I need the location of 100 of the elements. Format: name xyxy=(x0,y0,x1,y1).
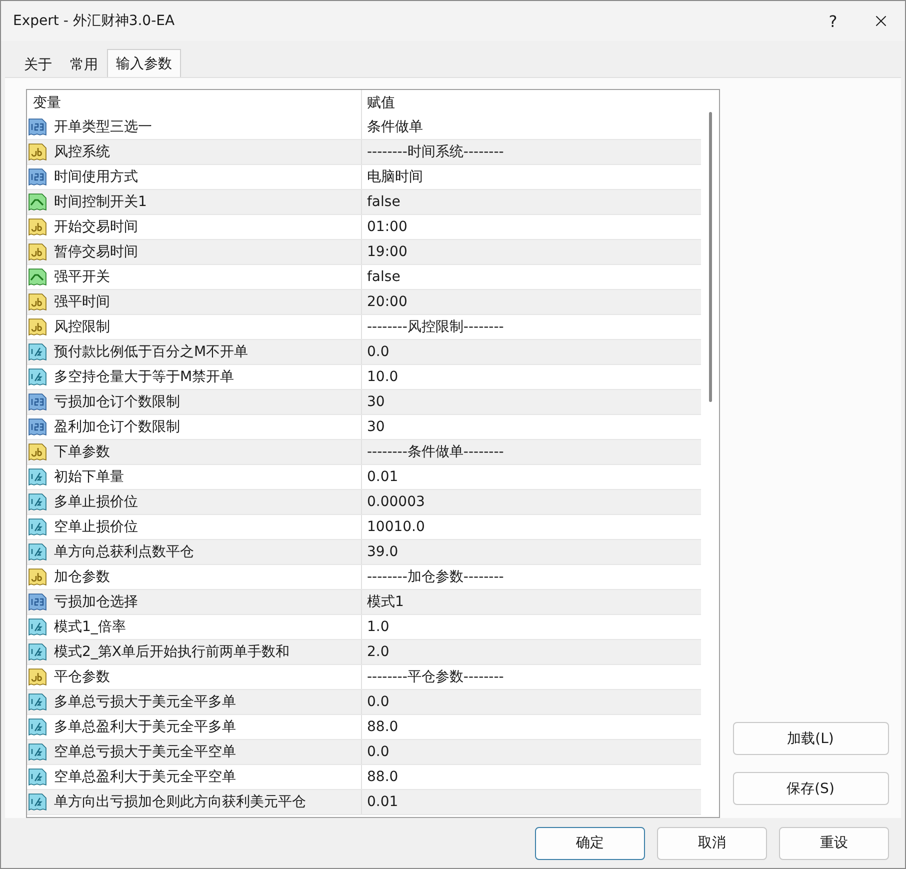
type-icon xyxy=(28,542,48,562)
type-icon xyxy=(28,342,48,362)
type-icon xyxy=(28,642,48,662)
type-icon xyxy=(28,367,48,387)
type-icon xyxy=(28,217,48,237)
parameter-value: --------风控限制-------- xyxy=(366,318,505,337)
type-icon xyxy=(28,492,48,512)
parameter-value: 电脑时间 xyxy=(366,168,424,187)
parameter-value: 88.0 xyxy=(366,768,400,787)
type-icon xyxy=(28,692,48,712)
type-icon xyxy=(28,467,48,487)
parameter-name: 强平时间 xyxy=(54,293,110,311)
parameter-name: 单方向总获利点数平仓 xyxy=(54,543,194,561)
parameter-value: 模式1 xyxy=(366,593,405,612)
table-row[interactable]: 多空持仓量大于等于M禁开单 10.0 xyxy=(27,365,701,390)
parameter-value: --------时间系统-------- xyxy=(366,143,505,162)
parameter-name: 单方向出亏损加仓则此方向获利美元平仓 xyxy=(54,793,306,811)
parameter-name: 盈利加仓订个数限制 xyxy=(54,418,180,436)
parameter-value: --------平仓参数-------- xyxy=(366,668,505,687)
side-button[interactable]: 加载(L) xyxy=(732,722,888,755)
type-icon xyxy=(28,292,48,312)
window-title: Expert - 外汇财神3.0-EA xyxy=(12,12,176,30)
parameter-name: 多单总亏损大于美元全平多单 xyxy=(54,693,236,711)
parameter-name: 亏损加仓选择 xyxy=(54,593,138,611)
table-row[interactable]: 加仓参数 --------加仓参数-------- xyxy=(27,565,701,590)
parameter-name: 多单止损价位 xyxy=(54,493,138,511)
type-icon xyxy=(28,417,48,437)
parameter-value: 1.0 xyxy=(366,618,390,637)
type-icon xyxy=(28,267,48,287)
parameter-name: 下单参数 xyxy=(54,443,110,461)
table-row[interactable]: 预付款比例低于百分之M不开单 0.0 xyxy=(27,340,701,365)
type-icon xyxy=(28,567,48,587)
parameter-name: 模式1_倍率 xyxy=(54,618,126,636)
parameter-value: false xyxy=(366,268,402,287)
parameter-name: 空单总盈利大于美元全平空单 xyxy=(54,768,236,786)
type-icon xyxy=(28,142,48,162)
parameter-value: false xyxy=(366,193,402,212)
type-icon xyxy=(28,792,48,812)
parameter-value: 10010.0 xyxy=(366,518,426,537)
type-icon xyxy=(28,517,48,537)
table-row[interactable]: 单方向出亏损加仓则此方向获利美元平仓 0.01 xyxy=(27,790,701,815)
table-row[interactable]: 时间使用方式 电脑时间 xyxy=(27,165,701,190)
parameter-value: 条件做单 xyxy=(366,118,424,137)
table-row[interactable]: 空单总盈利大于美元全平空单 88.0 xyxy=(27,765,701,790)
parameter-value: 0.00003 xyxy=(366,493,426,512)
tab[interactable]: 输入参数 xyxy=(107,49,181,77)
table-row[interactable]: 强平时间 20:00 xyxy=(27,290,701,315)
type-icon xyxy=(28,192,48,212)
dialog-button[interactable]: 取消 xyxy=(657,826,767,860)
table-row[interactable]: 空单总亏损大于美元全平空单 0.0 xyxy=(27,740,701,765)
parameter-value: 2.0 xyxy=(366,643,390,662)
type-icon xyxy=(28,717,48,737)
parameter-name: 时间使用方式 xyxy=(54,168,138,186)
tab[interactable]: 关于 xyxy=(15,52,61,77)
type-icon xyxy=(28,617,48,637)
table-row[interactable]: 亏损加仓选择 模式1 xyxy=(27,590,701,615)
tab[interactable]: 常用 xyxy=(61,52,107,77)
table-row[interactable]: 开始交易时间 01:00 xyxy=(27,215,701,240)
table-row[interactable]: 模式1_倍率 1.0 xyxy=(27,615,701,640)
parameter-name: 风控系统 xyxy=(54,143,110,161)
table-row[interactable]: 多单总亏损大于美元全平多单 0.0 xyxy=(27,690,701,715)
parameter-name: 亏损加仓订个数限制 xyxy=(54,393,180,411)
dialog-button[interactable]: 重设 xyxy=(779,826,889,860)
table-row[interactable]: 暂停交易时间 19:00 xyxy=(27,240,701,265)
type-icon xyxy=(28,317,48,337)
table-row[interactable]: 平仓参数 --------平仓参数-------- xyxy=(27,665,701,690)
parameter-name: 平仓参数 xyxy=(54,668,110,686)
type-icon xyxy=(28,442,48,462)
table-row[interactable]: 初始下单量 0.01 xyxy=(27,465,701,490)
table-row[interactable]: 单方向总获利点数平仓 39.0 xyxy=(27,540,701,565)
table-row[interactable]: 开单类型三选一 条件做单 xyxy=(27,115,701,140)
parameter-value: 0.0 xyxy=(366,343,390,362)
parameter-name: 暂停交易时间 xyxy=(54,243,138,261)
table-row[interactable]: 亏损加仓订个数限制 30 xyxy=(27,390,701,415)
parameter-value: --------条件做单-------- xyxy=(366,443,505,462)
parameter-name: 模式2_第X单后开始执行前两单手数和 xyxy=(54,643,290,661)
parameter-value: --------加仓参数-------- xyxy=(366,568,505,587)
table-row[interactable]: 空单止损价位 10010.0 xyxy=(27,515,701,540)
type-icon xyxy=(28,392,48,412)
table-row[interactable]: 风控限制 --------风控限制-------- xyxy=(27,315,701,340)
table-row[interactable]: 多单止损价位 0.00003 xyxy=(27,490,701,515)
parameter-name: 空单总亏损大于美元全平空单 xyxy=(54,743,236,761)
table-row[interactable]: 时间控制开关1 false xyxy=(27,190,701,215)
dialog-button[interactable]: 确定 xyxy=(535,826,645,860)
parameter-name: 预付款比例低于百分之M不开单 xyxy=(54,343,248,361)
table-row[interactable]: 风控系统 --------时间系统-------- xyxy=(27,140,701,165)
parameter-value: 10.0 xyxy=(366,368,400,387)
parameter-name: 初始下单量 xyxy=(54,468,124,486)
table-row[interactable]: 强平开关 false xyxy=(27,265,701,290)
table-row[interactable]: 多单总盈利大于美元全平多单 88.0 xyxy=(27,715,701,740)
table-row[interactable]: 模式2_第X单后开始执行前两单手数和 2.0 xyxy=(27,640,701,665)
column-header: 赋值 xyxy=(366,94,396,112)
parameter-value: 19:00 xyxy=(366,243,408,262)
parameter-value: 30 xyxy=(366,418,386,437)
table-row[interactable]: 盈利加仓订个数限制 30 xyxy=(27,415,701,440)
side-button[interactable]: 保存(S) xyxy=(732,772,888,805)
table-row[interactable]: 下单参数 --------条件做单-------- xyxy=(27,440,701,465)
parameter-name: 加仓参数 xyxy=(54,568,110,586)
type-icon xyxy=(28,592,48,612)
help-button[interactable]: ? xyxy=(809,1,857,41)
